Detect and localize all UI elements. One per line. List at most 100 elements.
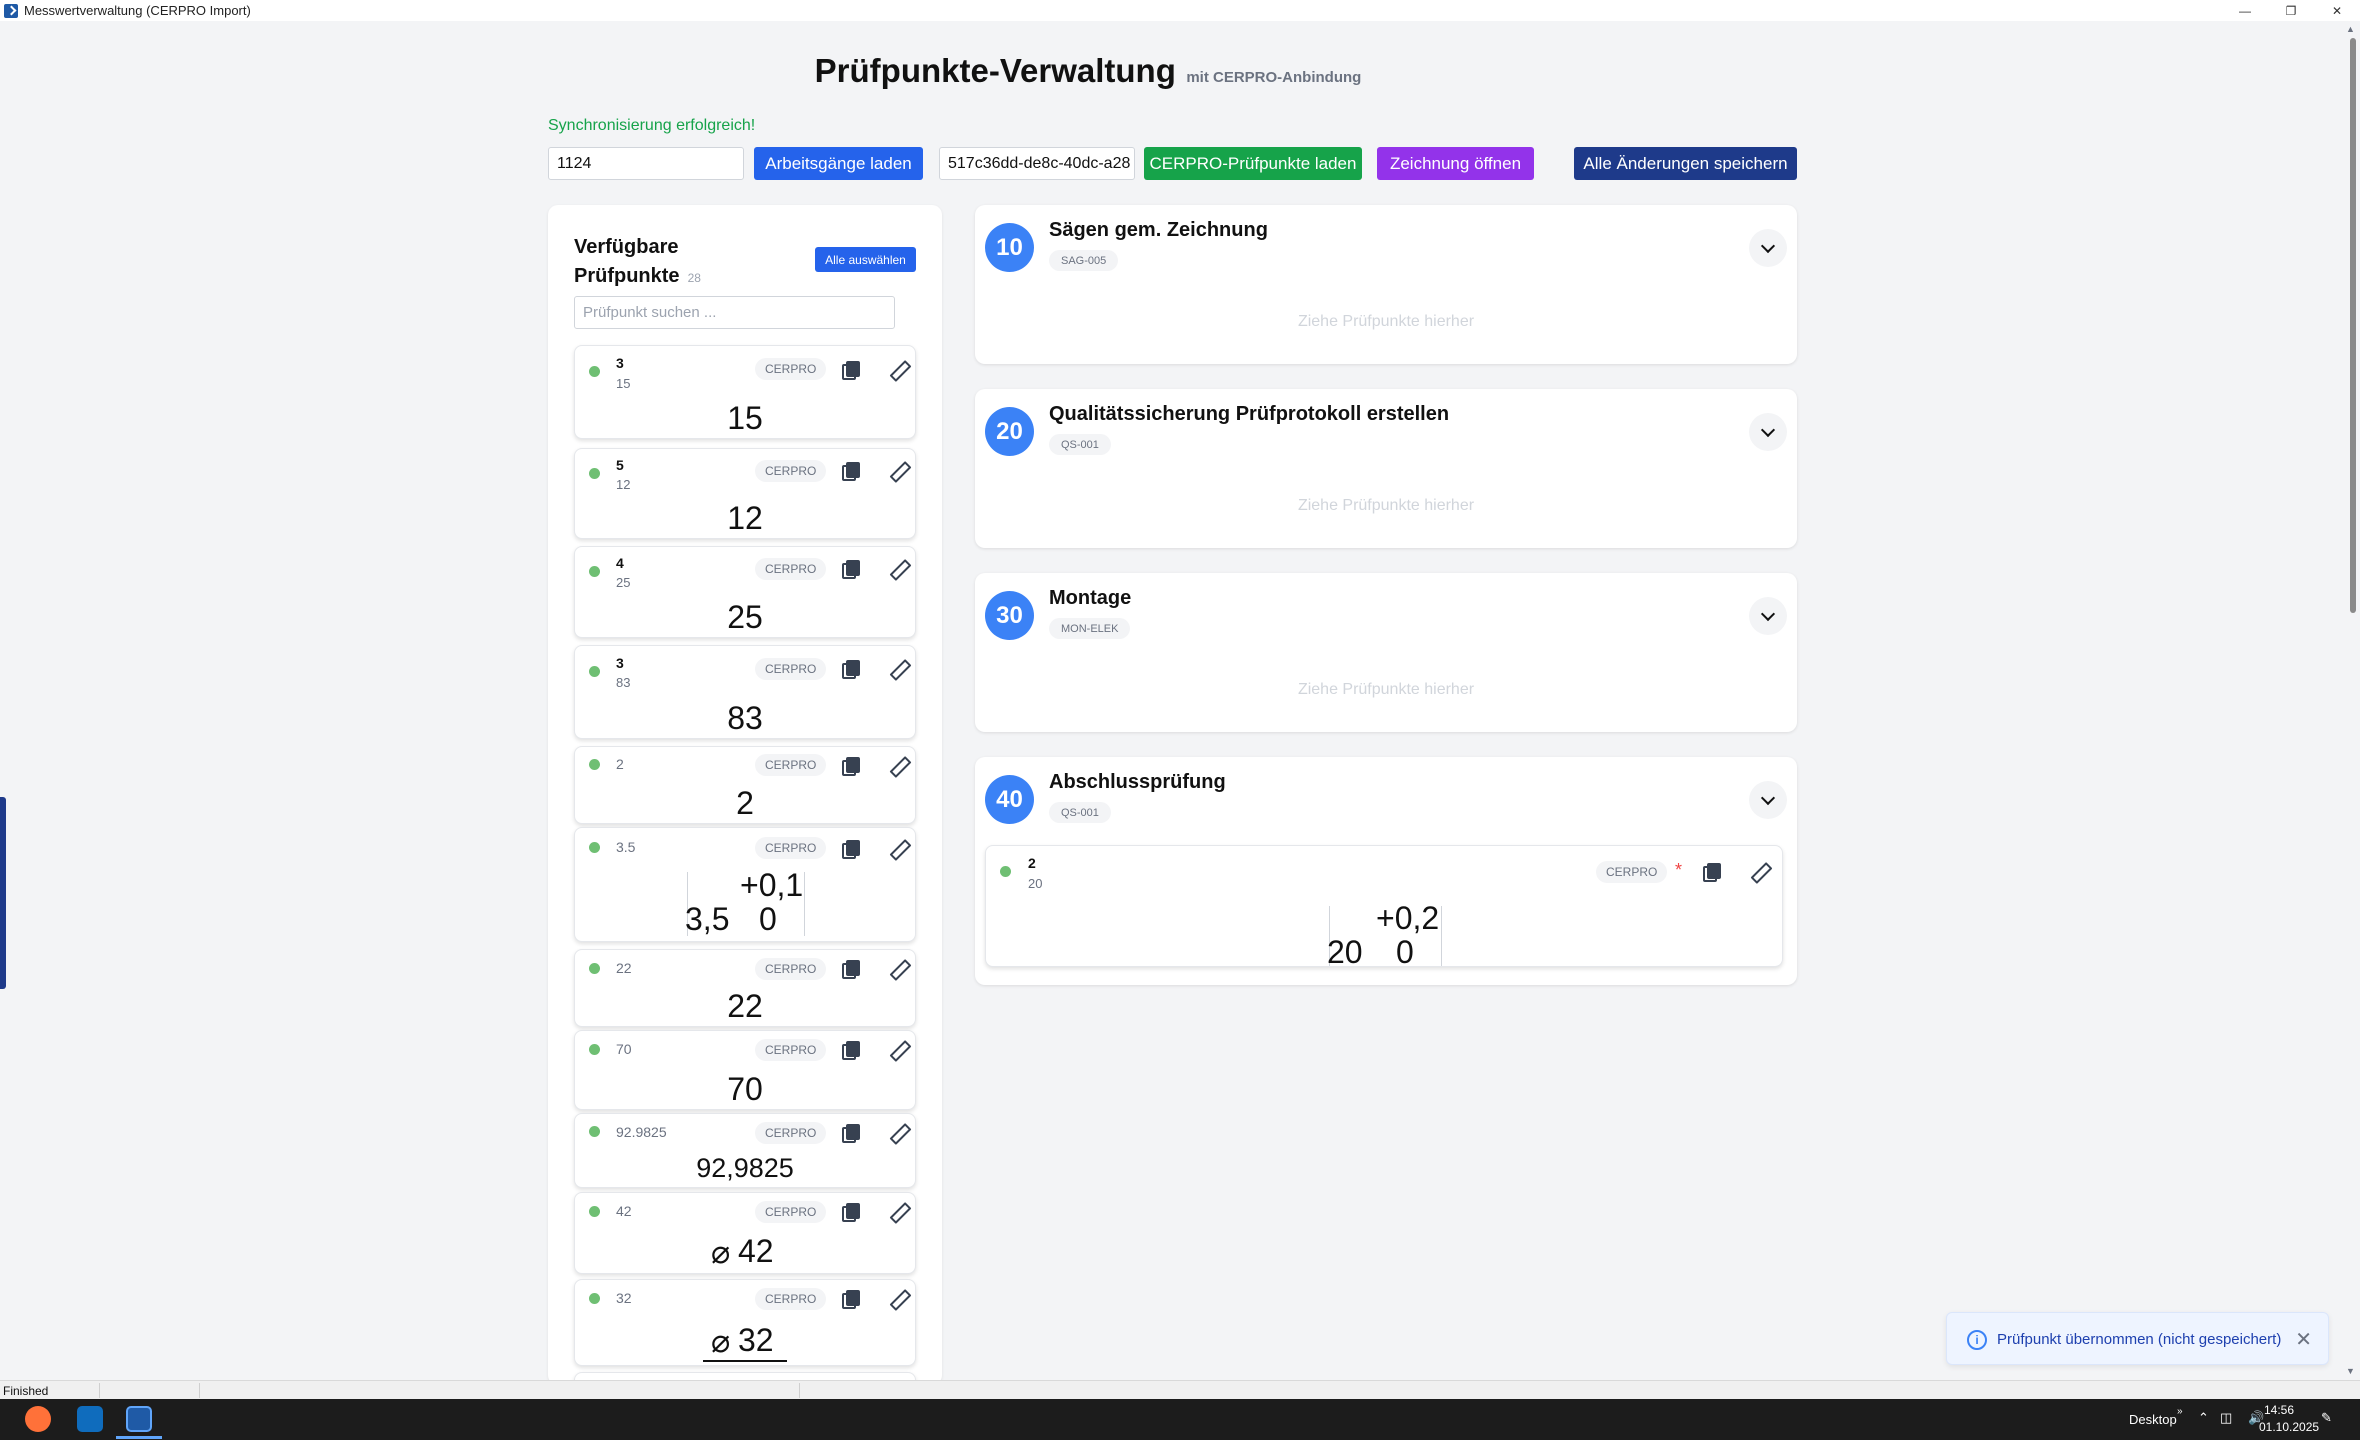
open-drawing-button[interactable]: Zeichnung öffnen: [1377, 147, 1534, 180]
operation-title: Abschlussprüfung: [1049, 771, 1226, 793]
edit-icon[interactable]: [889, 1041, 907, 1059]
status-dot: [589, 963, 600, 974]
drop-zone-hint[interactable]: Ziehe Prüfpunkte hierher: [975, 681, 1797, 699]
status-dot: [589, 1044, 600, 1055]
list-item[interactable]: 3 15 CERPRO 15: [574, 345, 916, 439]
list-item[interactable]: 4 25 CERPRO 25: [574, 546, 916, 638]
edit-icon[interactable]: [889, 840, 907, 858]
clock-time[interactable]: 14:56: [2264, 1403, 2294, 1417]
operation-code: SAG-005: [1049, 250, 1119, 271]
edit-icon[interactable]: [889, 1203, 907, 1221]
desktop-toolbar-label[interactable]: Desktop: [2129, 1412, 2177, 1427]
outlook-icon[interactable]: [77, 1406, 103, 1432]
firefox-icon[interactable]: [25, 1406, 51, 1432]
close-icon[interactable]: ✕: [2295, 1327, 2312, 1352]
close-icon[interactable]: ✕: [2314, 0, 2360, 21]
point-name: 32: [616, 1290, 632, 1306]
cerpro-badge: CERPRO: [755, 1039, 827, 1061]
chevron-down-icon[interactable]: [1749, 413, 1787, 451]
list-item[interactable]: 5 12 CERPRO 12: [574, 448, 916, 539]
scroll-up-icon[interactable]: ▲: [2346, 24, 2356, 34]
copy-icon[interactable]: [842, 1203, 860, 1222]
copy-icon[interactable]: [842, 361, 860, 380]
copy-icon[interactable]: [842, 1041, 860, 1060]
assigned-point[interactable]: 2 20 CERPRO * +0,2 20 0: [985, 845, 1783, 969]
network-icon[interactable]: ◫: [2220, 1410, 2232, 1426]
edit-icon[interactable]: [889, 560, 907, 578]
point-name: 3: [616, 355, 624, 371]
chevron-down-icon[interactable]: [1749, 781, 1787, 819]
point-search-input[interactable]: Prüfpunkt suchen ...: [574, 296, 895, 329]
point-name: 5: [616, 457, 624, 473]
list-item[interactable]: 22 CERPRO 22: [574, 949, 916, 1027]
chevron-down-icon[interactable]: [1749, 229, 1787, 267]
nominal-value: 3,5: [685, 901, 730, 937]
select-all-button[interactable]: Alle auswählen: [815, 247, 916, 272]
copy-icon[interactable]: [1703, 863, 1721, 882]
list-item[interactable]: 32 CERPRO ⌀ 32: [574, 1279, 916, 1366]
sync-status-message: Synchronisierung erfolgreich!: [548, 117, 756, 134]
copy-icon[interactable]: [842, 462, 860, 481]
status-dot: [589, 566, 600, 577]
side-drawer-handle[interactable]: [0, 797, 6, 989]
guid-input[interactable]: 517c36dd-de8c-40dc-a28: [939, 147, 1135, 180]
toast-notification: i Prüfpunkt übernommen (nicht gespeicher…: [1946, 1312, 2329, 1365]
scrollbar-thumb[interactable]: [2350, 38, 2356, 613]
tolerance-lower: 0: [759, 901, 777, 937]
point-name: 42: [616, 1203, 632, 1219]
list-item[interactable]: 70 CERPRO 70: [574, 1030, 916, 1110]
copy-icon[interactable]: [842, 660, 860, 679]
diameter-symbol: ⌀: [711, 1323, 731, 1359]
restore-icon[interactable]: ❐: [2268, 0, 2314, 21]
edit-icon[interactable]: [889, 960, 907, 978]
points-count: 28: [687, 271, 701, 285]
edit-icon[interactable]: [889, 1124, 907, 1142]
list-item[interactable]: 3 83 CERPRO 83: [574, 645, 916, 739]
cerpro-badge: CERPRO: [755, 1288, 827, 1310]
status-dot: [589, 1293, 600, 1304]
copy-icon[interactable]: [842, 1124, 860, 1143]
load-operations-button[interactable]: Arbeitsgänge laden: [754, 147, 923, 180]
edit-icon[interactable]: [889, 361, 907, 379]
chevron-down-icon[interactable]: [1749, 597, 1787, 635]
tray-chevron-icon[interactable]: ⌃: [2198, 1410, 2209, 1426]
load-cerpro-points-button[interactable]: CERPRO-Prüfpunkte laden: [1144, 147, 1362, 180]
operation-number: 20: [985, 407, 1034, 456]
list-item[interactable]: 42 CERPRO ⌀ 42: [574, 1192, 916, 1274]
operation-card: 20 Qualitätssicherung Prüfprotokoll erst…: [975, 389, 1797, 548]
copy-icon[interactable]: [842, 840, 860, 859]
expand-icon[interactable]: »: [2177, 1406, 2183, 1417]
point-value: 32: [738, 1322, 774, 1358]
point-sub: 25: [616, 575, 631, 590]
tolerance-upper: +0,1: [740, 867, 804, 903]
edit-icon[interactable]: [889, 757, 907, 775]
window-titlebar: Messwertverwaltung (CERPRO Import) — ❐ ✕: [0, 0, 2360, 21]
list-item[interactable]: 3.5 CERPRO +0,1 3,5 0: [574, 827, 916, 942]
edit-icon[interactable]: [889, 660, 907, 678]
edit-icon[interactable]: [1750, 863, 1768, 881]
order-number-input[interactable]: 1124: [548, 147, 744, 180]
edit-icon[interactable]: [889, 1290, 907, 1308]
minimize-icon[interactable]: —: [2222, 0, 2268, 21]
copy-icon[interactable]: [842, 960, 860, 979]
operation-title: Sägen gem. Zeichnung: [1049, 219, 1268, 241]
modified-marker: *: [1675, 860, 1683, 880]
copy-icon[interactable]: [842, 560, 860, 579]
list-item[interactable]: 92.9825 CERPRO 92,9825: [574, 1113, 916, 1188]
status-divider: [99, 1383, 100, 1398]
drop-zone-hint[interactable]: Ziehe Prüfpunkte hierher: [975, 497, 1797, 515]
clock-date[interactable]: 01.10.2025: [2259, 1420, 2319, 1434]
drop-zone-hint[interactable]: Ziehe Prüfpunkte hierher: [975, 313, 1797, 331]
app-taskbar-icon[interactable]: [126, 1406, 152, 1432]
point-name: 4: [616, 555, 624, 571]
notifications-icon[interactable]: ✎: [2321, 1410, 2332, 1426]
save-all-button[interactable]: Alle Änderungen speichern: [1574, 147, 1797, 180]
edit-icon[interactable]: [889, 462, 907, 480]
copy-icon[interactable]: [842, 1290, 860, 1309]
operation-card: 10 Sägen gem. Zeichnung SAG-005 Ziehe Pr…: [975, 205, 1797, 364]
cerpro-badge: CERPRO: [755, 460, 827, 482]
copy-icon[interactable]: [842, 757, 860, 776]
cerpro-badge: CERPRO: [755, 658, 827, 680]
list-item[interactable]: 2 CERPRO 2: [574, 746, 916, 824]
scroll-down-icon[interactable]: ▼: [2346, 1366, 2356, 1376]
